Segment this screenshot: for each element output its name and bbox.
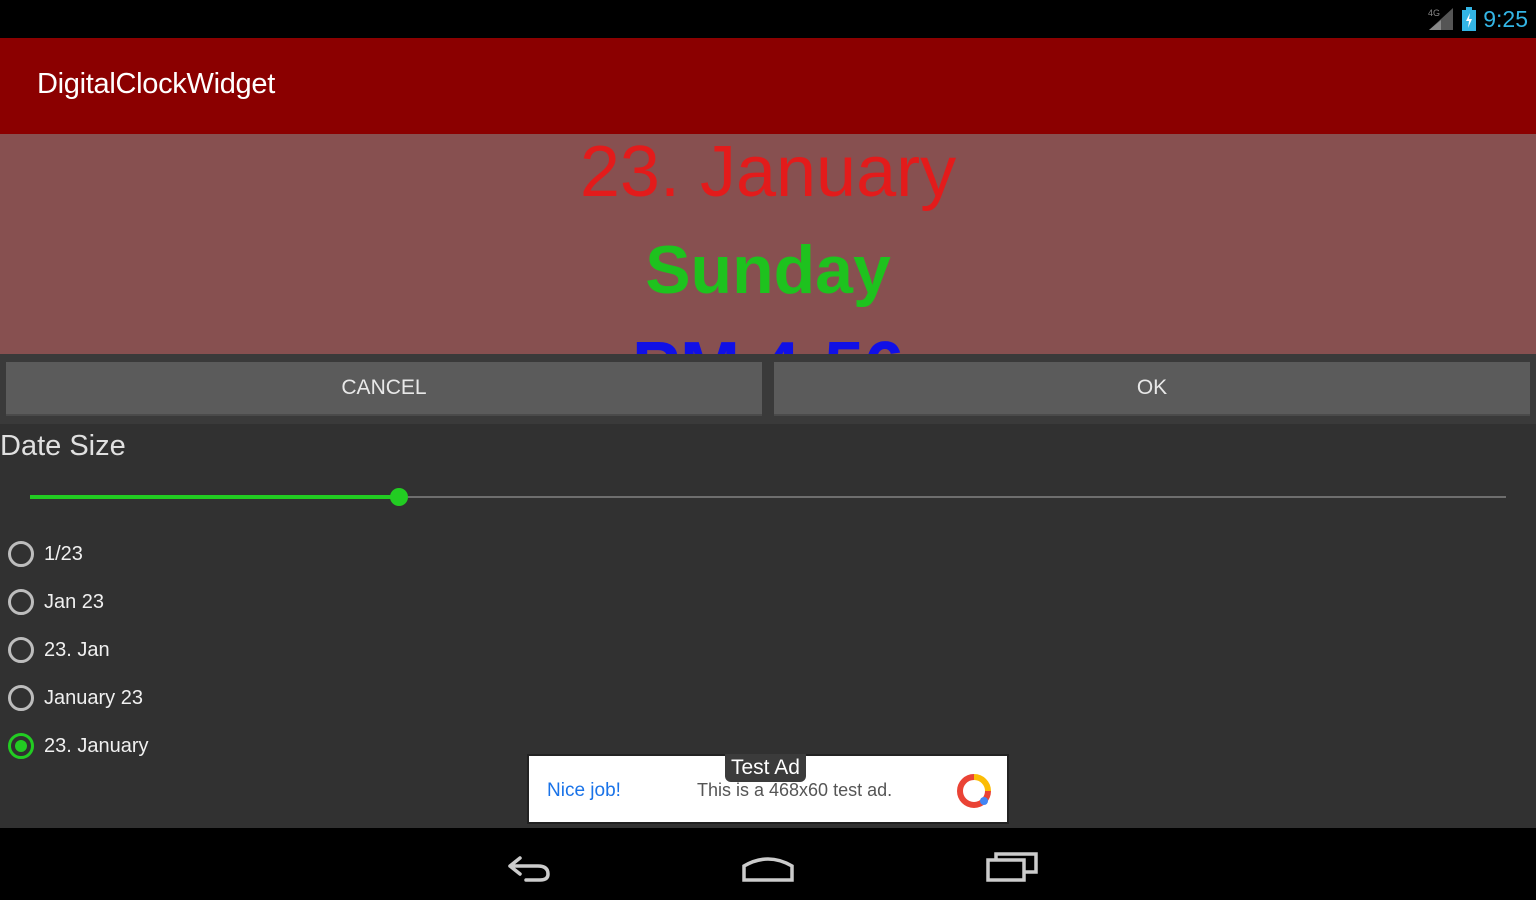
recents-icon[interactable] xyxy=(982,846,1042,886)
date-format-label: January 23 xyxy=(44,686,143,709)
date-size-slider[interactable] xyxy=(30,486,1506,508)
dialog-buttons: CANCEL OK xyxy=(0,354,1536,424)
clock-preview: 23. January Sunday PM 4:56 xyxy=(0,134,1536,354)
app-title: DigitalClockWidget xyxy=(37,68,275,100)
signal-icon: 4G xyxy=(1428,8,1454,30)
ad-banner[interactable]: Nice job! This is a 468x60 test ad. Test… xyxy=(527,754,1009,824)
date-format-option[interactable]: January 23 xyxy=(8,674,149,722)
home-icon[interactable] xyxy=(738,846,798,886)
date-format-label: 23. January xyxy=(44,734,149,757)
preview-date: 23. January xyxy=(579,134,957,212)
radio-checked-icon[interactable] xyxy=(8,733,34,759)
status-time: 9:25 xyxy=(1483,5,1528,32)
ok-button[interactable]: OK xyxy=(774,362,1530,416)
slider-thumb[interactable] xyxy=(390,488,408,506)
ad-logo-icon xyxy=(957,774,991,808)
date-format-options: 1/23 Jan 23 23. Jan January 23 23. January xyxy=(8,530,149,770)
date-format-label: 23. Jan xyxy=(44,638,110,661)
date-format-label: Jan 23 xyxy=(44,590,105,613)
date-format-option[interactable]: Jan 23 xyxy=(8,578,149,626)
date-format-option[interactable]: 23. Jan xyxy=(8,626,149,674)
test-ad-badge: Test Ad xyxy=(725,754,806,782)
preview-time: PM 4:56 xyxy=(0,330,1536,354)
date-format-option[interactable]: 1/23 xyxy=(8,530,149,578)
radio-unchecked-icon[interactable] xyxy=(8,589,34,615)
radio-unchecked-icon[interactable] xyxy=(8,637,34,663)
date-size-label: Date Size xyxy=(0,430,126,462)
cancel-button[interactable]: CANCEL xyxy=(6,362,762,416)
radio-unchecked-icon[interactable] xyxy=(8,685,34,711)
action-bar: DigitalClockWidget xyxy=(0,38,1536,134)
status-bar: 4G 9:25 xyxy=(0,0,1536,38)
radio-unchecked-icon[interactable] xyxy=(8,541,34,567)
date-format-option[interactable]: 23. January xyxy=(8,722,149,770)
battery-icon xyxy=(1462,7,1477,31)
navigation-bar xyxy=(0,828,1536,900)
ad-headline[interactable]: Nice job! xyxy=(547,780,621,802)
preview-day: Sunday xyxy=(645,232,891,308)
status-icons: 4G 9:25 xyxy=(1427,4,1528,34)
back-icon[interactable] xyxy=(496,846,556,886)
svg-text:4G: 4G xyxy=(1428,8,1440,18)
slider-fill xyxy=(30,495,399,499)
ad-body: This is a 468x60 test ad. xyxy=(697,780,893,800)
date-format-label: 1/23 xyxy=(44,542,83,565)
